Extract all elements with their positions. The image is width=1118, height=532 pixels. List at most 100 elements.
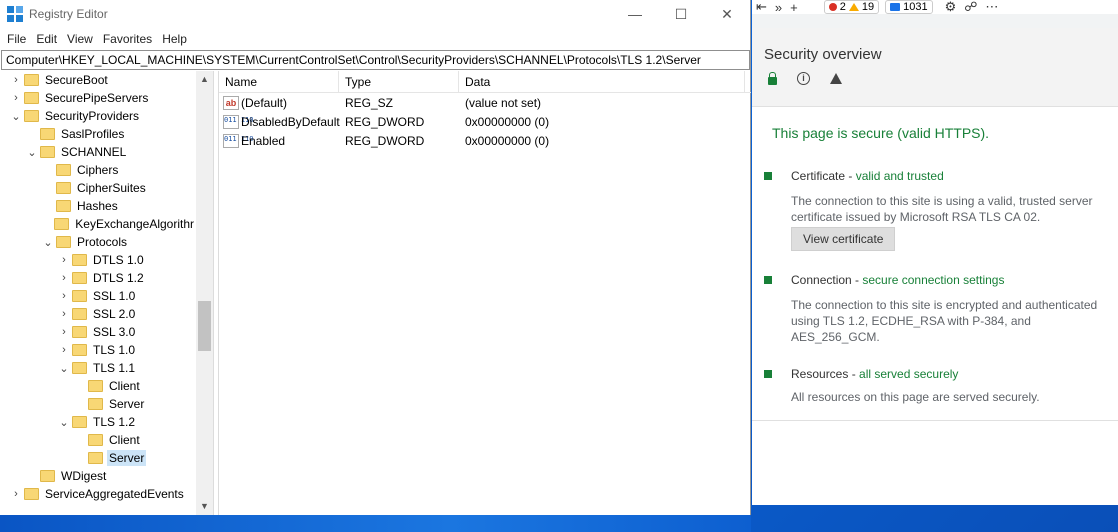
warning-count: 19 [861, 1, 875, 13]
tree-node[interactable]: WDigest [0, 467, 196, 485]
tree-node[interactable]: › SecureBoot [0, 71, 196, 89]
tree-node[interactable]: › DTLS 1.2 [0, 269, 196, 287]
menu-bar: File Edit View Favorites Help [0, 28, 750, 50]
value-row[interactable]: 011 110 Enabled REG_DWORD 0x00000000 (0) [219, 131, 751, 150]
chevron-down-icon[interactable]: ⌄ [26, 146, 38, 159]
error-count: 2 [839, 1, 846, 13]
tree-node[interactable]: Ciphers [0, 161, 196, 179]
folder-icon [40, 470, 55, 482]
column-header-data[interactable]: Data [459, 71, 745, 92]
security-body: This page is secure (valid HTTPS). Certi… [752, 107, 1118, 405]
panel-back-icon[interactable]: ⇤ [756, 0, 767, 14]
chevron-right-icon[interactable]: › [58, 290, 70, 302]
more-tabs-button[interactable]: » [775, 0, 782, 14]
tree-node-label: SCHANNEL [61, 145, 127, 159]
info-icon[interactable]: i [797, 72, 810, 85]
tree-node[interactable]: › SSL 1.0 [0, 287, 196, 305]
folder-icon [72, 308, 87, 320]
value-name-cell: ab (Default) [219, 95, 339, 110]
resources-status: all served securely [859, 367, 959, 381]
folder-icon [54, 218, 70, 230]
address-bar[interactable]: Computer\HKEY_LOCAL_MACHINE\SYSTEM\Curre… [1, 50, 750, 70]
chevron-down-icon[interactable]: ⌄ [10, 110, 22, 123]
menu-help[interactable]: Help [157, 32, 192, 46]
chevron-right-icon[interactable]: › [10, 74, 22, 86]
tree-node[interactable]: Server [0, 395, 196, 413]
tree-node[interactable]: ⌄ Protocols [0, 233, 196, 251]
tree-node-label: Server [109, 397, 145, 411]
issues-badge[interactable]: 2 19 [823, 0, 880, 14]
chevron-right-icon[interactable]: › [58, 308, 70, 320]
chevron-right-icon[interactable]: › [58, 254, 70, 266]
menu-file[interactable]: File [2, 32, 31, 46]
value-data: 0x00000000 (0) [465, 133, 550, 148]
messages-badge[interactable]: 1031 [885, 0, 933, 14]
scrollbar-thumb[interactable] [198, 301, 211, 351]
customize-icon[interactable]: ☍ [964, 0, 977, 14]
resources-section: Resources - all served securely All reso… [764, 367, 1106, 405]
tree-node-label: SSL 1.0 [93, 289, 136, 303]
tree-node[interactable]: › SSL 2.0 [0, 305, 196, 323]
value-row[interactable]: ab (Default) REG_SZ (value not set) [219, 93, 751, 112]
tree-node[interactable]: KeyExchangeAlgorithr [0, 215, 196, 233]
warning-tab-icon[interactable] [830, 73, 842, 84]
tree-node-label: Hashes [77, 199, 118, 213]
gear-icon[interactable]: ⚙ [945, 0, 957, 14]
tree-node[interactable]: ⌄ SCHANNEL [0, 143, 196, 161]
chevron-down-icon[interactable]: ⌄ [42, 236, 54, 249]
chevron-down-icon[interactable]: ⌄ [58, 362, 70, 375]
desktop-strip [0, 515, 751, 532]
column-header-type[interactable]: Type [339, 71, 459, 92]
chevron-down-icon[interactable]: ⌄ [58, 416, 70, 429]
value-type: REG_DWORD [345, 133, 425, 148]
tree-node[interactable]: ⌄ TLS 1.2 [0, 413, 196, 431]
tree-scrollbar[interactable]: ▲ ▼ [196, 71, 213, 515]
chevron-right-icon[interactable]: › [10, 92, 22, 104]
value-row[interactable]: 011 110 DisabledByDefault REG_DWORD 0x00000… [219, 112, 751, 131]
menu-view[interactable]: View [62, 32, 98, 46]
scroll-up-arrow-icon[interactable]: ▲ [196, 71, 213, 88]
more-options-icon[interactable]: ⋯ [985, 0, 998, 14]
tree-node-label: TLS 1.0 [93, 343, 136, 357]
value-data: 0x00000000 (0) [465, 114, 550, 129]
close-button[interactable]: ✕ [704, 0, 750, 28]
tree-node[interactable]: › ServiceAggregatedEvents [0, 485, 196, 503]
tree-node[interactable]: Client [0, 377, 196, 395]
chevron-right-icon[interactable]: › [58, 344, 70, 356]
add-tab-button[interactable]: + [790, 0, 798, 14]
tree-node-label: DTLS 1.2 [93, 271, 144, 285]
certificate-status: valid and trusted [855, 169, 944, 183]
tree-node[interactable]: ⌄ SecurityProviders [0, 107, 196, 125]
tree-node[interactable]: › TLS 1.0 [0, 341, 196, 359]
column-header-name[interactable]: Name [219, 71, 339, 92]
menu-favorites[interactable]: Favorites [98, 32, 157, 46]
panel-empty-area [752, 420, 1118, 505]
tree-node-label: SecureBoot [45, 73, 108, 87]
folder-icon [72, 290, 87, 302]
status-square-icon [764, 370, 772, 378]
chevron-right-icon[interactable]: › [58, 272, 70, 284]
tree-node[interactable]: Server [0, 449, 196, 467]
maximize-button[interactable]: ☐ [658, 0, 704, 28]
minimize-button[interactable]: — [612, 0, 658, 28]
menu-edit[interactable]: Edit [31, 32, 62, 46]
tree-node[interactable]: › SSL 3.0 [0, 323, 196, 341]
tree-node[interactable]: Client [0, 431, 196, 449]
lock-icon[interactable] [768, 71, 777, 85]
folder-icon [72, 254, 87, 266]
chevron-right-icon[interactable]: › [58, 326, 70, 338]
value-name: Enabled [241, 133, 286, 148]
scroll-down-arrow-icon[interactable]: ▼ [196, 498, 213, 515]
registry-editor-window: Registry Editor — ☐ ✕ File Edit View Fav… [0, 0, 751, 515]
tree-node[interactable]: › SecurePipeServers [0, 89, 196, 107]
value-name-cell: 011 110 Enabled [219, 133, 339, 148]
tree-node[interactable]: ⌄ TLS 1.1 [0, 359, 196, 377]
chevron-right-icon[interactable]: › [10, 488, 22, 500]
tree-node[interactable]: › DTLS 1.0 [0, 251, 196, 269]
tree-node[interactable]: CipherSuites [0, 179, 196, 197]
folder-icon [56, 182, 71, 194]
tree-node-label: Client [109, 433, 140, 447]
tree-node[interactable]: Hashes [0, 197, 196, 215]
view-certificate-button[interactable]: View certificate [791, 227, 896, 251]
tree-node[interactable]: SaslProfiles [0, 125, 196, 143]
